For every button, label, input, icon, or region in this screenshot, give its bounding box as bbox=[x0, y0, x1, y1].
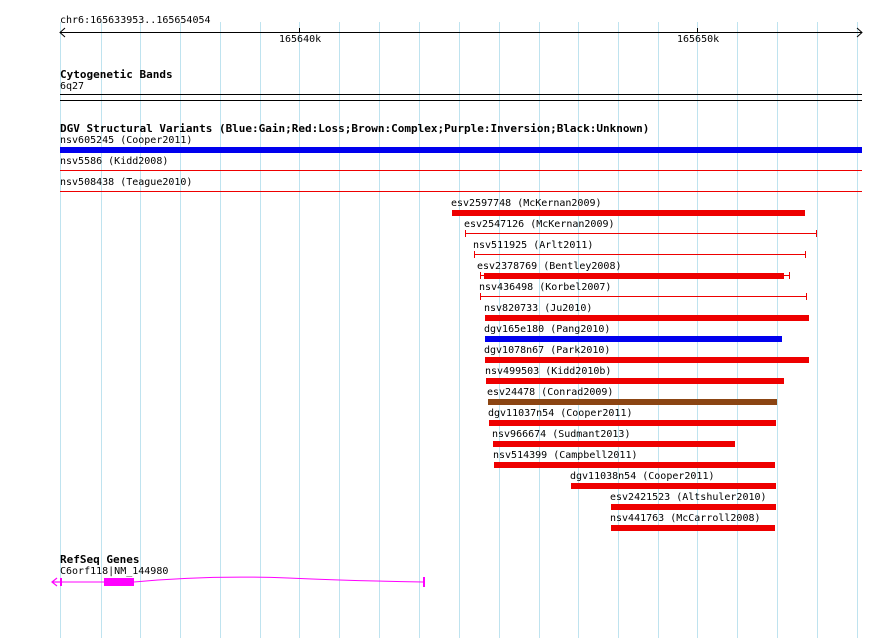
dgv-variant-bar[interactable] bbox=[611, 525, 775, 531]
gene-exon[interactable] bbox=[60, 578, 62, 586]
gene-exon[interactable] bbox=[104, 578, 134, 586]
dgv-variant-bar[interactable] bbox=[480, 296, 807, 297]
dgv-variant-bar[interactable] bbox=[60, 191, 862, 192]
left-arrow-icon[interactable] bbox=[56, 27, 66, 38]
dgv-variant-label[interactable]: nsv514399 (Campbell2011) bbox=[493, 450, 638, 462]
dgv-variant-cap[interactable] bbox=[789, 272, 790, 279]
dgv-variant-label[interactable]: esv2547126 (McKernan2009) bbox=[464, 219, 615, 231]
dgv-variant-bar[interactable] bbox=[484, 273, 784, 279]
cytoband-track-title: Cytogenetic Bands bbox=[60, 68, 173, 81]
dgv-variant-label[interactable]: dgv11038n54 (Cooper2011) bbox=[570, 471, 715, 483]
dgv-variant-label[interactable]: dgv11037n54 (Cooper2011) bbox=[488, 408, 633, 420]
dgv-variant-label[interactable]: nsv499503 (Kidd2010b) bbox=[485, 366, 611, 378]
dgv-variant-label[interactable]: esv2421523 (Altshuler2010) bbox=[610, 492, 767, 504]
dgv-track-title: DGV Structural Variants (Blue:Gain;Red:L… bbox=[60, 122, 650, 135]
gene-exon[interactable] bbox=[423, 577, 425, 587]
dgv-variant-label[interactable]: esv24478 (Conrad2009) bbox=[487, 387, 613, 399]
dgv-variant-cap[interactable] bbox=[480, 293, 481, 300]
ruler-tick-label: 165650k bbox=[677, 34, 720, 45]
dgv-variant-bar[interactable] bbox=[465, 233, 817, 234]
dgv-variant-bar[interactable] bbox=[485, 336, 782, 342]
cytoband-label: 6q27 bbox=[60, 81, 85, 92]
ruler-major-tick bbox=[697, 28, 698, 33]
region-label: chr6:165633953..165654054 bbox=[60, 15, 211, 26]
dgv-variant-cap[interactable] bbox=[806, 293, 807, 300]
refseq-track-title: RefSeq Genes bbox=[60, 553, 140, 566]
dgv-variant-bar[interactable] bbox=[494, 462, 775, 468]
dgv-variant-cap[interactable] bbox=[816, 230, 817, 237]
dgv-variant-label[interactable]: nsv5586 (Kidd2008) bbox=[60, 156, 168, 168]
dgv-variant-label[interactable]: dgv165e180 (Pang2010) bbox=[484, 324, 610, 336]
dgv-variant-bar[interactable] bbox=[60, 147, 862, 153]
dgv-variant-bar[interactable] bbox=[485, 315, 809, 321]
dgv-variant-label[interactable]: nsv441763 (McCarroll2008) bbox=[610, 513, 761, 525]
dgv-variant-cap[interactable] bbox=[480, 272, 481, 279]
dgv-variant-bar[interactable] bbox=[611, 504, 776, 510]
dgv-variant-bar[interactable] bbox=[493, 441, 735, 447]
dgv-variant-label[interactable]: nsv605245 (Cooper2011) bbox=[60, 135, 192, 147]
dgv-variant-bar[interactable] bbox=[452, 210, 805, 216]
ruler-major-tick bbox=[299, 28, 300, 33]
dgv-variant-label[interactable]: esv2597748 (McKernan2009) bbox=[451, 198, 602, 210]
dgv-variant-bar[interactable] bbox=[474, 254, 806, 255]
dgv-variant-cap[interactable] bbox=[474, 251, 475, 258]
gene-intron[interactable] bbox=[133, 576, 424, 583]
ruler-line bbox=[60, 32, 862, 33]
dgv-variant-label[interactable]: nsv966674 (Sudmant2013) bbox=[492, 429, 630, 441]
dgv-variant-bar[interactable] bbox=[486, 378, 784, 384]
dgv-variant-bar[interactable] bbox=[480, 275, 790, 276]
dgv-variant-label[interactable]: nsv436498 (Korbel2007) bbox=[479, 282, 611, 294]
dgv-variant-bar[interactable] bbox=[489, 420, 776, 426]
dgv-variant-bar[interactable] bbox=[571, 483, 776, 489]
dgv-variant-bar[interactable] bbox=[485, 357, 809, 363]
ruler-tick-label: 165640k bbox=[279, 34, 322, 45]
dgv-variant-bar[interactable] bbox=[60, 170, 862, 171]
gene-model[interactable] bbox=[48, 574, 438, 592]
track-divider bbox=[60, 100, 862, 101]
right-arrow-icon[interactable] bbox=[856, 27, 866, 38]
dgv-variant-cap[interactable] bbox=[805, 251, 806, 258]
dgv-variant-cap[interactable] bbox=[465, 230, 466, 237]
dgv-variant-label[interactable]: nsv508438 (Teague2010) bbox=[60, 177, 192, 189]
dgv-variant-label[interactable]: dgv1078n67 (Park2010) bbox=[484, 345, 610, 357]
dgv-variant-label[interactable]: nsv511925 (Arlt2011) bbox=[473, 240, 593, 252]
cytoband-band[interactable] bbox=[60, 94, 862, 95]
dgv-variant-label[interactable]: nsv820733 (Ju2010) bbox=[484, 303, 592, 315]
dgv-variant-bar[interactable] bbox=[488, 399, 777, 405]
dgv-variant-label[interactable]: esv2378769 (Bentley2008) bbox=[477, 261, 622, 273]
